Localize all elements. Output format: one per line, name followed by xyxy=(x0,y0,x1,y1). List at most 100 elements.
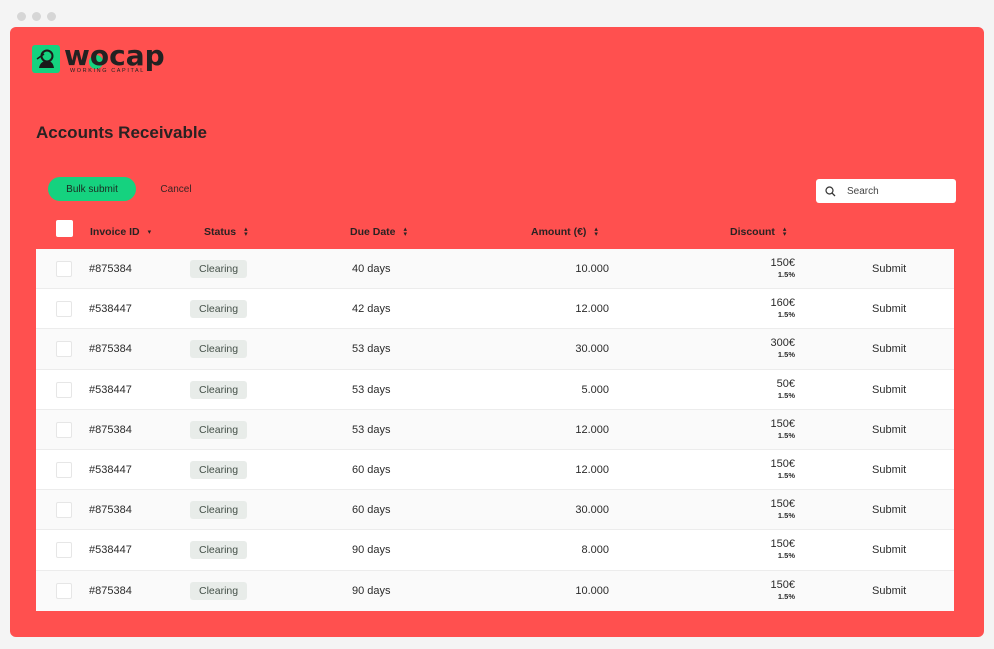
row-checkbox[interactable] xyxy=(56,461,72,478)
submit-cell: Submit xyxy=(872,571,906,611)
status-cell: Clearing xyxy=(190,571,248,611)
sort-icon[interactable]: ▴ ▾ xyxy=(404,226,408,238)
amount: 12.000 xyxy=(575,303,609,316)
invoice-id: #538447 xyxy=(89,303,132,316)
select-all-checkbox[interactable] xyxy=(56,220,73,237)
submit-button[interactable]: Submit xyxy=(872,464,906,476)
discount-cell: 50€ 1.5% xyxy=(716,370,795,410)
row-checkbox[interactable] xyxy=(56,502,72,519)
submit-button[interactable]: Submit xyxy=(872,585,906,597)
discount-percent: 1.5% xyxy=(777,430,795,440)
row-checkbox[interactable] xyxy=(56,542,72,559)
column-invoice-id[interactable]: Invoice ID ▾ xyxy=(90,217,151,247)
due-date: 60 days xyxy=(352,504,391,517)
discount-amount: 50€ xyxy=(776,377,795,390)
status-badge: Clearing xyxy=(190,380,248,399)
amount: 8.000 xyxy=(581,544,609,557)
submit-button[interactable]: Submit xyxy=(872,303,906,315)
due-date: 90 days xyxy=(352,584,391,597)
browser-dot xyxy=(47,12,56,21)
row-checkbox[interactable] xyxy=(56,421,72,438)
discount-cell: 160€ 1.5% xyxy=(716,289,795,329)
row-checkbox[interactable] xyxy=(56,341,72,358)
submit-cell: Submit xyxy=(872,450,906,490)
logo[interactable]: wocap WORKING CAPITAL xyxy=(32,39,176,75)
due-date: 90 days xyxy=(352,544,391,557)
amount: 12.000 xyxy=(575,423,609,436)
due-date: 40 days xyxy=(352,263,391,275)
submit-button[interactable]: Submit xyxy=(872,424,906,436)
submit-button[interactable]: Submit xyxy=(872,544,906,556)
status-cell: Clearing xyxy=(190,249,248,289)
invoice-id: #875384 xyxy=(89,584,132,597)
discount-percent: 1.5% xyxy=(777,470,795,480)
discount-percent: 1.5% xyxy=(777,591,795,601)
cancel-button[interactable]: Cancel xyxy=(150,177,202,201)
invoice-id: #875384 xyxy=(89,263,132,275)
discount-cell: 150€ 1.5% xyxy=(716,490,795,530)
sort-icon[interactable]: ▾ xyxy=(148,229,152,236)
submit-button[interactable]: Submit xyxy=(872,504,906,516)
status-cell: Clearing xyxy=(190,289,248,329)
status-badge: Clearing xyxy=(190,420,248,439)
status-cell: Clearing xyxy=(190,410,248,450)
discount-amount: 150€ xyxy=(770,578,795,591)
sort-icon[interactable]: ▴ ▾ xyxy=(594,226,598,238)
invoice-id: #538447 xyxy=(89,383,132,396)
discount-percent: 1.5% xyxy=(777,350,795,360)
discount-cell: 150€ 1.5% xyxy=(716,450,795,490)
table-row: #538447 Clearing 60 days 12.000 150€ 1.5… xyxy=(36,450,954,491)
discount-cell: 150€ 1.5% xyxy=(716,571,795,611)
amount: 12.000 xyxy=(575,463,609,476)
invoice-id: #538447 xyxy=(89,463,132,476)
row-checkbox[interactable] xyxy=(56,301,72,318)
submit-cell: Submit xyxy=(872,370,906,410)
table-row: #538447 Clearing 90 days 8.000 150€ 1.5%… xyxy=(36,530,954,571)
search-box[interactable] xyxy=(816,179,956,203)
submit-button[interactable]: Submit xyxy=(872,384,906,396)
browser-dot xyxy=(32,12,41,21)
row-checkbox[interactable] xyxy=(56,582,72,599)
column-amount[interactable]: Amount (€) ▴ ▾ xyxy=(531,217,598,247)
invoice-table: #875384 Clearing 40 days 10.000 150€ 1.5… xyxy=(36,249,954,611)
sort-icon[interactable]: ▴ ▾ xyxy=(244,226,248,238)
column-status[interactable]: Status ▴ ▾ xyxy=(204,217,248,247)
submit-button[interactable]: Submit xyxy=(872,343,906,355)
bulk-submit-button[interactable]: Bulk submit xyxy=(48,177,136,201)
discount-cell: 150€ 1.5% xyxy=(716,410,795,450)
discount-cell: 150€ 1.5% xyxy=(716,530,795,570)
status-cell: Clearing xyxy=(190,530,248,570)
submit-button[interactable]: Submit xyxy=(872,263,906,275)
status-cell: Clearing xyxy=(190,450,248,490)
browser-window-dots xyxy=(17,12,56,21)
status-cell: Clearing xyxy=(190,329,248,369)
row-checkbox[interactable] xyxy=(56,381,72,398)
amount: 30.000 xyxy=(575,343,609,356)
search-input[interactable] xyxy=(847,185,947,197)
invoice-id: #538447 xyxy=(89,544,132,557)
submit-cell: Submit xyxy=(872,249,906,289)
discount-amount: 300€ xyxy=(770,337,795,350)
row-checkbox[interactable] xyxy=(56,261,72,277)
browser-dot xyxy=(17,12,26,21)
column-label: Invoice ID xyxy=(90,226,140,238)
due-date: 53 days xyxy=(352,383,391,396)
submit-cell: Submit xyxy=(872,289,906,329)
discount-amount: 150€ xyxy=(770,498,795,511)
submit-cell: Submit xyxy=(872,329,906,369)
discount-cell: 300€ 1.5% xyxy=(716,329,795,369)
status-badge: Clearing xyxy=(190,260,248,278)
submit-cell: Submit xyxy=(872,530,906,570)
sort-icon[interactable]: ▴ ▾ xyxy=(783,226,787,238)
status-cell: Clearing xyxy=(190,370,248,410)
table-row: #875384 Clearing 90 days 10.000 150€ 1.5… xyxy=(36,570,954,611)
column-discount[interactable]: Discount ▴ ▾ xyxy=(730,217,786,247)
due-date: 42 days xyxy=(352,303,391,316)
discount-cell: 150€ 1.5% xyxy=(716,249,795,289)
brand-tagline: WORKING CAPITAL xyxy=(70,68,145,74)
column-due-date[interactable]: Due Date ▴ ▾ xyxy=(350,217,407,247)
column-label: Discount xyxy=(730,226,775,238)
table-row: #875384 Clearing 53 days 30.000 300€ 1.5… xyxy=(36,329,954,370)
amount: 10.000 xyxy=(575,584,609,597)
discount-amount: 150€ xyxy=(770,257,795,269)
